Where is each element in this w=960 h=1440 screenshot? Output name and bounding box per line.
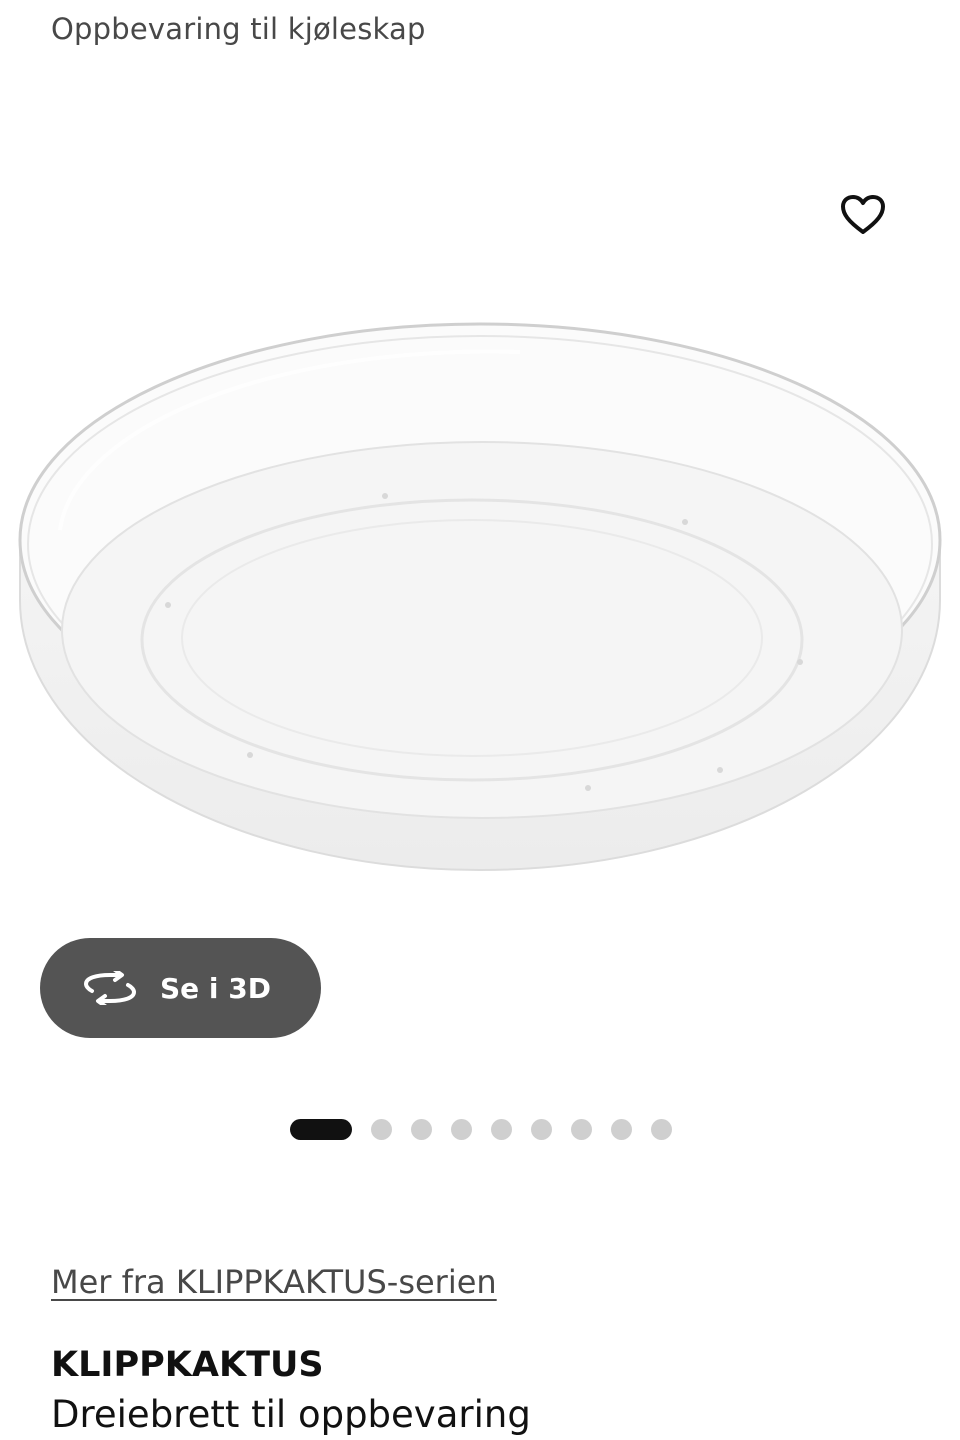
carousel-dot-3[interactable] — [411, 1118, 432, 1140]
rotate-3d-icon — [84, 968, 136, 1008]
product-name: KLIPPKAKTUS — [51, 1345, 324, 1385]
carousel-dot-4[interactable] — [451, 1118, 472, 1140]
carousel-pagination — [290, 1118, 672, 1140]
carousel-dot-9[interactable] — [651, 1118, 672, 1140]
carousel-dot-6[interactable] — [531, 1118, 552, 1140]
heart-outline-icon — [841, 195, 885, 234]
carousel-dot-7[interactable] — [571, 1118, 592, 1140]
series-link[interactable]: Mer fra KLIPPKAKTUS-serien — [51, 1263, 497, 1301]
view-in-3d-button[interactable]: Se i 3D — [40, 938, 321, 1038]
carousel-dot-1[interactable] — [290, 1118, 352, 1140]
carousel-dot-8[interactable] — [611, 1118, 632, 1140]
turntable-illustration — [18, 322, 942, 871]
product-image[interactable] — [0, 300, 960, 900]
carousel-dot-5[interactable] — [491, 1118, 512, 1140]
carousel-dot-2[interactable] — [371, 1118, 392, 1140]
view-in-3d-label: Se i 3D — [160, 971, 271, 1005]
product-description: Dreiebrett til oppbevaring — [51, 1393, 531, 1436]
favorite-button[interactable] — [832, 184, 894, 246]
breadcrumb[interactable]: Oppbevaring til kjøleskap — [51, 12, 426, 46]
